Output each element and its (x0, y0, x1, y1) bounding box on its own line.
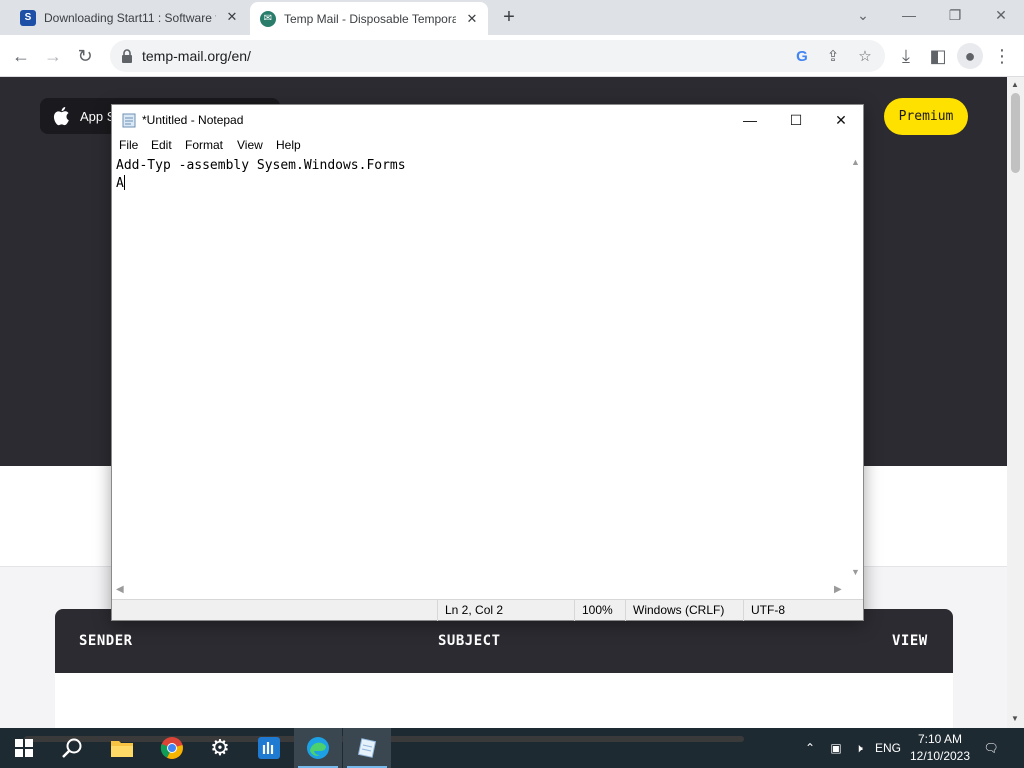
notepad-horizontal-scrollbar[interactable]: ◀ ▶ (112, 582, 849, 599)
apple-icon (53, 107, 69, 126)
notepad-window: *Untitled - Notepad — ☐ ✕ File Edit Form… (111, 104, 864, 621)
url-text: temp-mail.org/en/ (142, 48, 251, 64)
scroll-up-icon[interactable]: ▲ (1011, 80, 1019, 89)
reload-icon[interactable]: ↻ (72, 43, 98, 69)
browser-toolbar: ← → ↻ temp-mail.org/en/ G ⇪ ☆ ⤓ ◧ ● ⋮ (0, 35, 1024, 77)
notepad-icon (122, 113, 136, 128)
menu-help[interactable]: Help (276, 138, 301, 152)
scroll-right-icon[interactable]: ▶ (834, 584, 842, 595)
close-button[interactable]: ✕ (978, 0, 1024, 32)
file-explorer-icon (111, 741, 133, 757)
start-button[interactable] (0, 728, 48, 768)
scroll-thumb[interactable] (1011, 93, 1020, 173)
text-line-2-content: A (116, 176, 124, 191)
start11-icon (258, 737, 280, 759)
notepad-menu-bar: File Edit Format View Help (112, 135, 863, 155)
scroll-down-icon[interactable]: ▼ (851, 567, 860, 577)
address-bar[interactable]: temp-mail.org/en/ G ⇪ ☆ (110, 40, 885, 72)
notepad-taskbar-button[interactable] (343, 728, 391, 768)
search-button[interactable] (48, 728, 96, 768)
column-sender: SENDER (79, 633, 133, 649)
notepad-title: *Untitled - Notepad (142, 113, 244, 127)
scroll-left-icon[interactable]: ◀ (116, 584, 124, 595)
notepad-maximize-button[interactable]: ☐ (773, 105, 819, 135)
clock-time: 7:10 AM (917, 732, 963, 746)
settings-button[interactable]: ⚙ (196, 728, 244, 768)
search-icon (62, 738, 82, 758)
chrome-button[interactable] (148, 728, 196, 768)
status-zoom: 100% (574, 600, 625, 621)
edge-button[interactable] (294, 728, 342, 768)
tab-search-icon[interactable]: ⌄ (840, 0, 886, 32)
notepad-close-button[interactable]: ✕ (818, 105, 864, 135)
tray-overflow-icon[interactable]: ⌃ (800, 728, 820, 768)
notepad-vertical-scrollbar[interactable]: ▲ ▼ (849, 155, 863, 582)
tab-strip: S Downloading Start11 : Software f ✕ ✉ T… (0, 0, 1024, 35)
network-icon[interactable]: ▣ (825, 728, 847, 768)
download-icon[interactable]: ⤓ (893, 43, 919, 69)
new-tab-button[interactable]: + (498, 6, 520, 28)
notepad-icon (357, 738, 377, 758)
profile-avatar-icon[interactable]: ● (957, 43, 983, 69)
column-subject: SUBJECT (438, 633, 501, 649)
premium-button[interactable]: Premium (884, 98, 968, 135)
status-encoding: UTF-8 (743, 600, 853, 621)
bookmark-star-icon[interactable]: ☆ (854, 46, 876, 68)
lock-icon (122, 49, 132, 63)
inbox-list (55, 673, 953, 728)
tab-start11[interactable]: S Downloading Start11 : Software f ✕ (0, 0, 248, 35)
windows-logo-icon (15, 739, 33, 757)
column-view: VIEW (892, 633, 928, 649)
share-icon[interactable]: ⇪ (822, 46, 844, 68)
language-indicator[interactable]: ENG (872, 728, 904, 768)
notepad-status-bar: Ln 2, Col 2 100% Windows (CRLF) UTF-8 (112, 599, 863, 621)
file-explorer-button[interactable] (98, 728, 146, 768)
back-icon[interactable]: ← (8, 43, 34, 69)
page-scrollbar[interactable]: ▲ ▼ (1007, 77, 1024, 728)
start11-button[interactable] (245, 728, 293, 768)
tab-title: Temp Mail - Disposable Tempora (284, 11, 456, 26)
tab-close-icon[interactable]: ✕ (224, 9, 240, 25)
menu-kebab-icon[interactable]: ⋮ (989, 43, 1015, 69)
edge-icon (307, 737, 329, 759)
notification-center-icon[interactable]: 🗨 (980, 728, 1002, 768)
taskbar-clock[interactable]: 7:10 AM 12/10/2023 (905, 731, 975, 765)
text-line-1: Add-Typ -assembly Sysem.Windows.Forms (116, 158, 406, 173)
chrome-icon (160, 737, 183, 759)
scroll-up-icon[interactable]: ▲ (851, 157, 860, 167)
scroll-down-icon[interactable]: ▼ (1011, 714, 1019, 723)
menu-file[interactable]: File (119, 138, 138, 152)
notepad-minimize-button[interactable]: — (727, 105, 773, 135)
side-panel-icon[interactable]: ◧ (925, 43, 951, 69)
menu-view[interactable]: View (237, 138, 263, 152)
google-lens-icon[interactable]: G (791, 46, 813, 68)
tab-temp-mail[interactable]: ✉ Temp Mail - Disposable Tempora ✕ (250, 2, 488, 35)
notepad-text-area[interactable]: Add-Typ -assembly Sysem.Windows.Forms A (112, 155, 849, 582)
menu-format[interactable]: Format (185, 138, 223, 152)
status-position: Ln 2, Col 2 (437, 600, 574, 621)
tab-title: Downloading Start11 : Software f (44, 10, 216, 25)
temp-mail-icon: ✉ (260, 10, 276, 27)
menu-edit[interactable]: Edit (151, 138, 172, 152)
notepad-title-bar[interactable]: *Untitled - Notepad — ☐ ✕ (112, 105, 863, 135)
text-line-2: A (116, 175, 845, 193)
text-caret (123, 175, 125, 190)
forward-icon[interactable]: → (40, 43, 66, 69)
volume-muted-icon[interactable]: 🕨 (848, 728, 870, 768)
minimize-button[interactable]: — (886, 0, 932, 32)
stardock-icon: S (20, 9, 36, 26)
status-line-ending: Windows (CRLF) (625, 600, 743, 621)
tab-close-icon[interactable]: ✕ (464, 11, 480, 27)
settings-gear-icon: ⚙ (210, 735, 230, 760)
restore-button[interactable]: ❐ (932, 0, 978, 32)
clock-date: 12/10/2023 (909, 749, 971, 763)
